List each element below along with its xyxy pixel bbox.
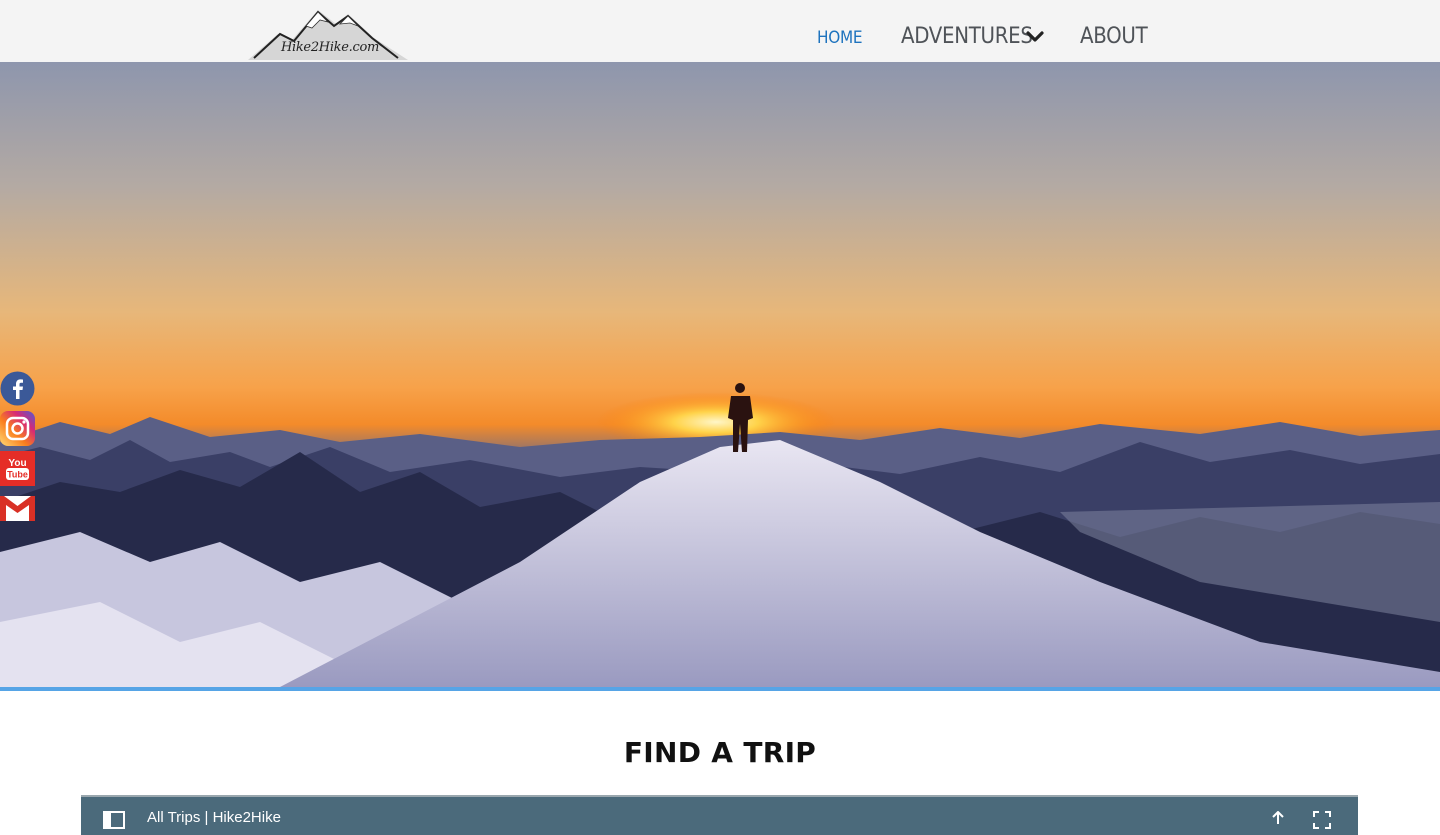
mountain-sunset-image	[0, 383, 1440, 687]
facebook-icon[interactable]	[0, 371, 35, 406]
map-embed-header: All Trips | Hike2Hike	[81, 795, 1358, 835]
logo-text: Hike2Hike.com	[280, 40, 380, 55]
nav-home[interactable]: HOME	[817, 28, 863, 48]
svg-text:You: You	[8, 458, 26, 469]
map-title[interactable]: All Trips | Hike2Hike	[147, 809, 281, 826]
map-layers-icon[interactable]	[103, 811, 125, 829]
site-logo[interactable]: Hike2Hike.com	[248, 4, 408, 62]
hero-image	[0, 62, 1440, 687]
share-icon[interactable]	[1271, 811, 1285, 825]
site-header: Hike2Hike.com HOME ADVENTURES ABOUT	[0, 0, 1440, 62]
find-trip-title: FIND A TRIP	[623, 736, 817, 769]
hero-accent-bar	[0, 687, 1440, 691]
youtube-icon[interactable]: You Tube	[0, 451, 35, 486]
instagram-icon[interactable]	[0, 411, 35, 446]
nav-about[interactable]: ABOUT	[1080, 24, 1148, 49]
gmail-icon[interactable]	[0, 491, 35, 526]
nav-adventures[interactable]: ADVENTURES	[901, 24, 1033, 49]
svg-text:Tube: Tube	[7, 470, 28, 480]
chevron-down-icon[interactable]	[1026, 30, 1044, 44]
fullscreen-icon[interactable]	[1313, 811, 1331, 829]
